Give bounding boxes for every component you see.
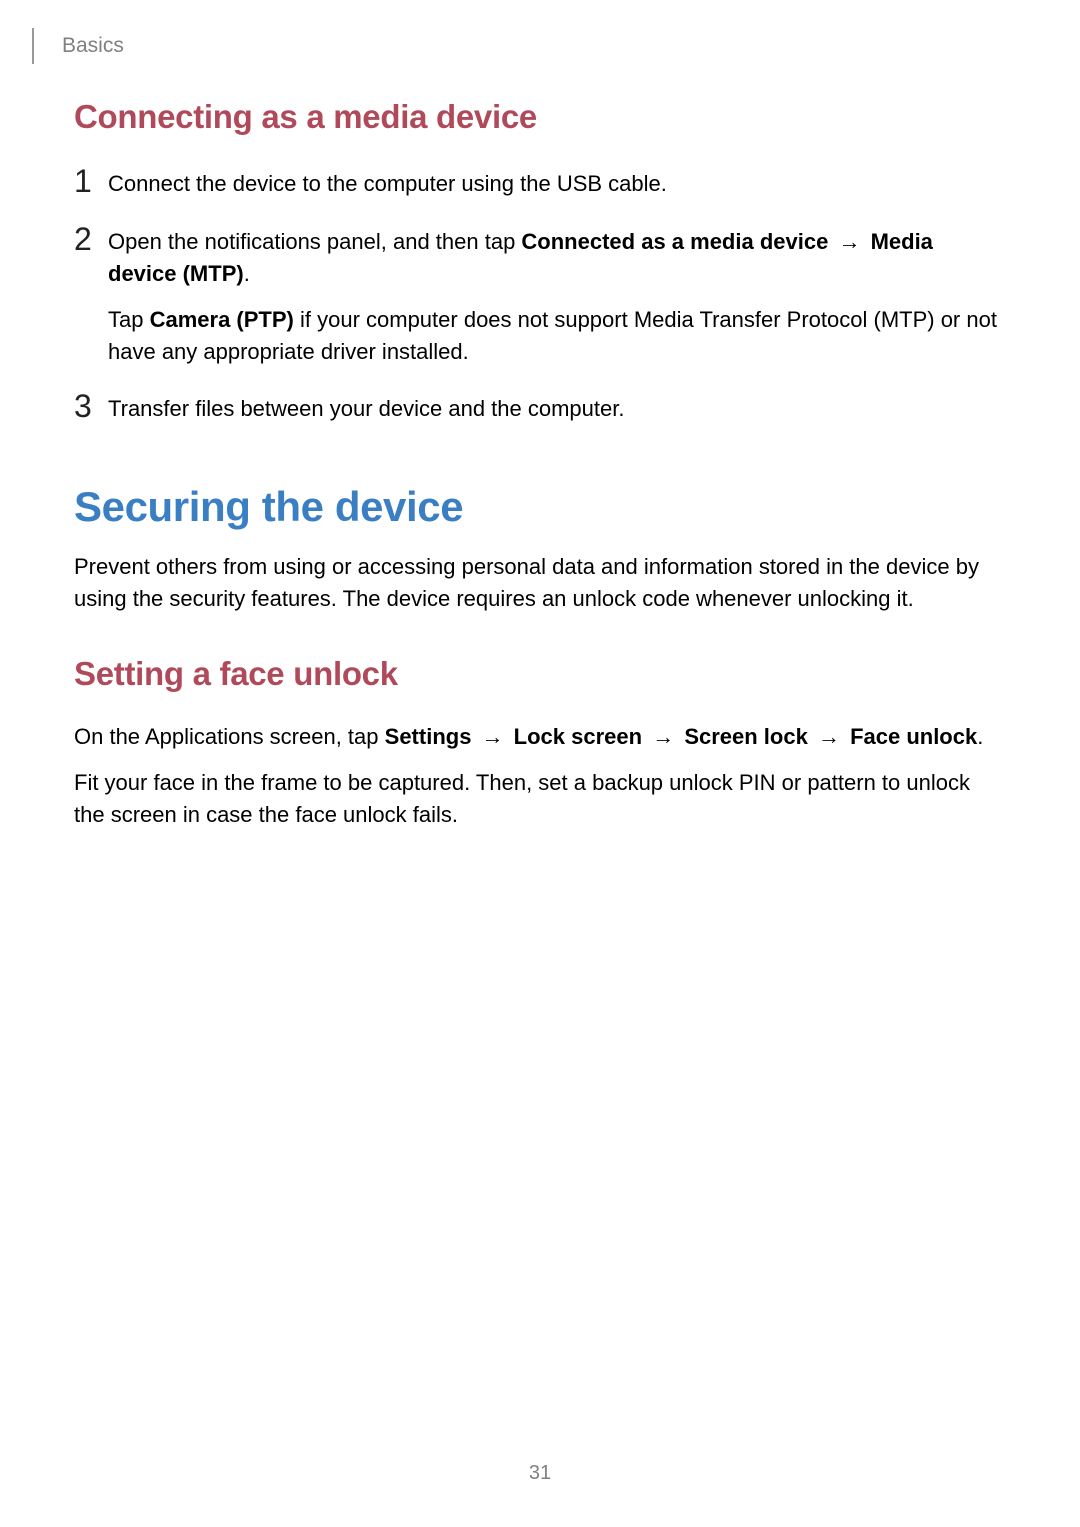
step-item: 2Open the notifications panel, and then … [74,222,1006,368]
step-number: 2 [74,222,108,255]
page-header: Basics [32,28,124,64]
text: On the Applications screen, tap [74,724,385,749]
face-unlock-line1: On the Applications screen, tap Settings… [74,721,1006,753]
bold-text: Face unlock [850,724,977,749]
page-content: Connecting as a media device 1Connect th… [74,98,1006,845]
arrow-icon: → [471,724,513,749]
steps-list: 1Connect the device to the computer usin… [74,164,1006,425]
arrow-icon: → [642,724,684,749]
step-body: Transfer files between your device and t… [108,389,624,425]
bold-text: Connected as a media device [521,229,828,254]
step-extra: Tap Camera (PTP) if your computer does n… [108,304,1006,368]
step-body: Open the notifications panel, and then t… [108,222,1006,368]
heading-connecting: Connecting as a media device [74,98,1006,136]
bold-text: Screen lock [684,724,808,749]
text: . [977,724,983,749]
arrow-icon: → [828,229,870,254]
step-body: Connect the device to the computer using… [108,164,667,200]
securing-intro: Prevent others from using or accessing p… [74,551,1006,615]
page-number: 31 [0,1462,1080,1485]
bold-text: Settings [385,724,472,749]
bold-text: Camera (PTP) [150,307,294,332]
face-unlock-line2: Fit your face in the frame to be capture… [74,767,1006,831]
text: Transfer files between your device and t… [108,396,624,421]
step-number: 3 [74,389,108,422]
text: Tap [108,307,150,332]
step-item: 1Connect the device to the computer usin… [74,164,1006,200]
bold-text: Lock screen [514,724,642,749]
text: Connect the device to the computer using… [108,171,667,196]
step-item: 3Transfer files between your device and … [74,389,1006,425]
section-name: Basics [62,34,124,58]
arrow-icon: → [808,724,850,749]
heading-securing: Securing the device [74,483,1006,531]
heading-face-unlock: Setting a face unlock [74,655,1006,693]
text: . [244,261,250,286]
header-rule [32,28,34,64]
step-number: 1 [74,164,108,197]
text: Open the notifications panel, and then t… [108,229,521,254]
